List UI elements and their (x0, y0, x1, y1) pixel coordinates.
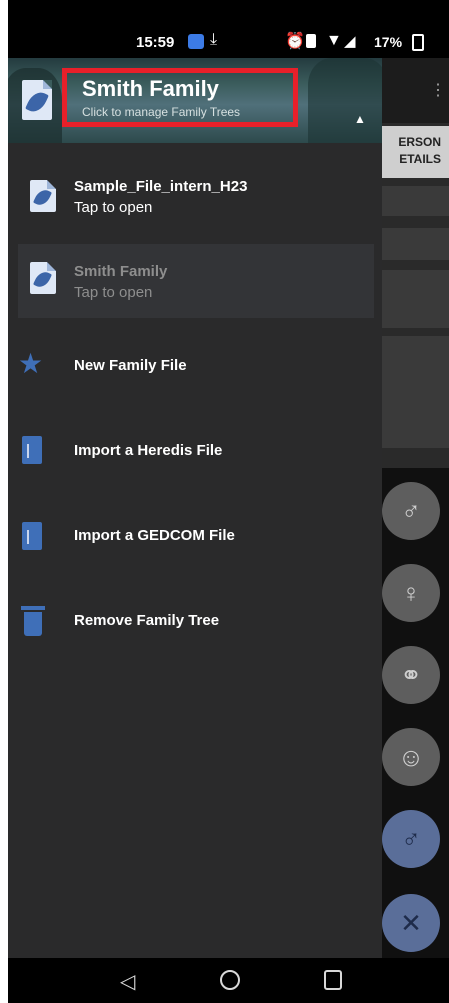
background-toolbar: ⋮ (382, 58, 449, 123)
gedcom-file-icon (22, 522, 42, 550)
new-family-file-item[interactable]: ★ New Family File (8, 348, 382, 384)
person-add-icon[interactable]: ♂ (382, 810, 440, 868)
heredis-file-icon (22, 436, 42, 464)
child-icon[interactable]: ☺ (382, 728, 440, 786)
drawer-header[interactable]: Smith Family Click to manage Family Tree… (8, 58, 382, 143)
signal-icon: ◢ (344, 33, 356, 50)
family-file-icon (30, 262, 56, 294)
background-row (382, 270, 449, 328)
background-app: ⋮ ERSON ETAILS ♂ ♀ ⚭ ☺ ♂ ✕ (382, 58, 449, 988)
overflow-menu-icon[interactable]: ⋮ (430, 80, 446, 100)
fab-column: ♂ ♀ ⚭ ☺ ♂ ✕ (382, 468, 449, 988)
remove-family-tree-item[interactable]: Remove Family Tree (8, 602, 382, 640)
tab-label-line1: ERSON (398, 135, 441, 149)
current-tree-title[interactable]: Smith Family (82, 76, 219, 102)
tab-label-line2: ETAILS (399, 152, 441, 166)
close-icon[interactable]: ✕ (382, 894, 440, 952)
trash-icon (21, 606, 45, 636)
status-bar: 15:59 ⤓ ⏰ ▼ ◢ 17% (8, 0, 449, 58)
background-panel (382, 336, 449, 448)
recent-apps-icon[interactable] (324, 970, 342, 990)
file-name: Smith Family (74, 263, 168, 280)
family-file-icon (30, 180, 56, 212)
background-row (382, 228, 449, 260)
notification-app-icon (188, 34, 204, 49)
man-icon[interactable]: ♂ (382, 482, 440, 540)
current-tree-subtitle: Click to manage Family Trees (82, 105, 241, 119)
couple-icon[interactable]: ⚭ (382, 646, 440, 704)
woman-icon[interactable]: ♀ (382, 564, 440, 622)
file-subtitle: Tap to open (74, 199, 153, 216)
phone-screen: 15:59 ⤓ ⏰ ▼ ◢ 17% ⋮ ERSON ETAILS ♂ ♀ ⚭ ☺… (8, 0, 449, 1003)
action-label: Remove Family Tree (74, 612, 220, 629)
family-file-icon (22, 80, 52, 120)
star-icon: ★ (18, 348, 44, 379)
file-subtitle: Tap to open (74, 284, 153, 301)
tab-person-details[interactable]: ERSON ETAILS (382, 126, 449, 178)
alarm-icon: ⏰ (285, 33, 305, 50)
back-icon[interactable]: ◁ (120, 969, 135, 994)
file-name: Sample_File_intern_H23 (74, 178, 248, 195)
action-label: Import a Heredis File (74, 442, 223, 459)
battery-percent: 17% (374, 34, 403, 50)
battery-icon (412, 34, 424, 51)
status-time: 15:59 (136, 34, 175, 51)
home-icon[interactable] (220, 970, 240, 990)
import-gedcom-item[interactable]: Import a GEDCOM File (8, 518, 382, 556)
list-item-file-selected[interactable]: Smith Family Tap to open (18, 244, 374, 318)
download-done-icon: ⤓ (210, 31, 218, 48)
system-nav-bar: ◁ (8, 958, 449, 1003)
caret-up-icon[interactable]: ▲ (354, 112, 366, 126)
navigation-drawer: Smith Family Click to manage Family Tree… (8, 58, 382, 958)
wifi-icon: ▼ (326, 32, 342, 49)
vibrate-icon (306, 34, 316, 48)
header-background-image (308, 58, 382, 143)
background-row (382, 186, 449, 216)
action-label: New Family File (74, 357, 187, 374)
list-item-file[interactable]: Sample_File_intern_H23 Tap to open (8, 170, 382, 230)
import-heredis-item[interactable]: Import a Heredis File (8, 432, 382, 470)
action-label: Import a GEDCOM File (74, 527, 235, 544)
